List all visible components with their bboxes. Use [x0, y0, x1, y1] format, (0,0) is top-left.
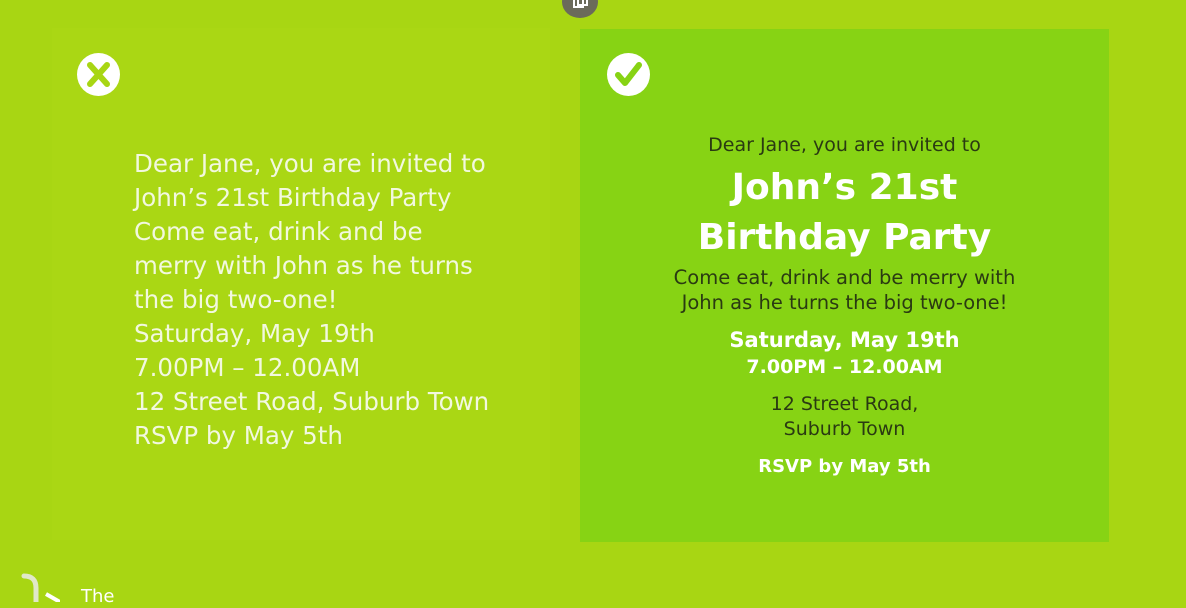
bad-line: RSVP by May 5th — [134, 421, 343, 450]
bad-line: Saturday, May 19th — [134, 319, 375, 348]
bad-line: Come eat, drink and be — [134, 217, 423, 246]
rsvp-line: RSVP by May 5th — [758, 456, 931, 477]
body-line: John as he turns the big two-one! — [681, 291, 1008, 314]
bad-line: 7.00PM – 12.00AM — [134, 353, 361, 382]
bad-line: merry with John as he turns — [134, 251, 473, 280]
bad-line: John’s 21st Birthday Party — [134, 183, 452, 212]
title-line: John’s 21st — [731, 167, 958, 208]
x-icon — [77, 53, 120, 96]
copy-icon[interactable] — [562, 0, 598, 18]
body-line: Come eat, drink and be merry with — [673, 266, 1016, 289]
invitation-body: Come eat, drink and be merry with John a… — [580, 265, 1109, 315]
invite-line: Dear Jane, you are invited to — [708, 134, 981, 156]
address-line: 12 Street Road, — [770, 393, 919, 415]
party-title: John’s 21st Birthday Party — [580, 163, 1109, 263]
footer-text: The — [81, 586, 115, 607]
checkmark-icon — [607, 53, 650, 96]
party-time: 7.00PM – 12.00AM — [746, 356, 943, 378]
address-line: Suburb Town — [783, 418, 906, 440]
bad-line: Dear Jane, you are invited to — [134, 149, 486, 178]
title-line: Birthday Party — [697, 217, 992, 258]
party-date: Saturday, May 19th — [729, 328, 960, 352]
bad-line: 12 Street Road, Suburb Town — [134, 387, 490, 416]
party-address: 12 Street Road, Suburb Town — [580, 392, 1109, 442]
bad-invitation-text: Dear Jane, you are invited to John’s 21s… — [134, 147, 534, 453]
bad-line: the big two-one! — [134, 285, 338, 314]
